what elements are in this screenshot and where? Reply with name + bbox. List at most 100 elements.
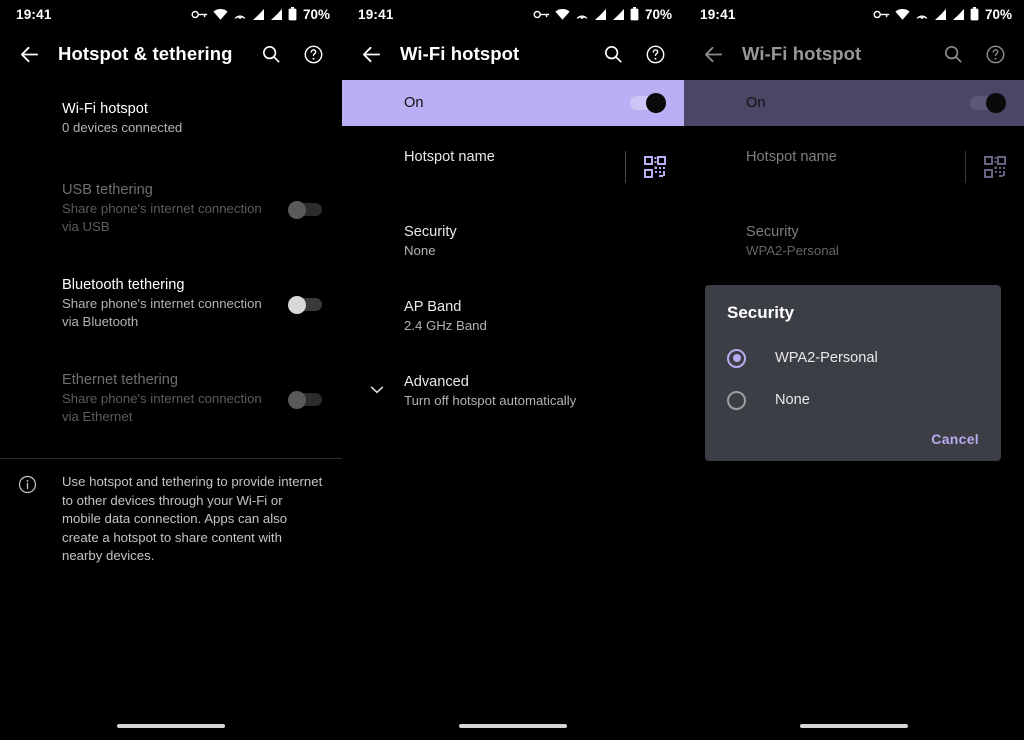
nav-gesture-pill[interactable] bbox=[800, 724, 908, 728]
footer-info: Use hotspot and tethering to provide int… bbox=[0, 459, 342, 566]
battery-percent: 70% bbox=[302, 6, 330, 22]
row-title: Security bbox=[746, 224, 799, 240]
hotspot-master-toggle-row[interactable]: On bbox=[684, 80, 1024, 126]
footer-info-text: Use hotspot and tethering to provide int… bbox=[62, 474, 323, 563]
hotspot-icon bbox=[576, 14, 588, 19]
search-icon[interactable] bbox=[598, 39, 628, 69]
battery-percent: 70% bbox=[644, 6, 672, 22]
qr-code-icon bbox=[984, 155, 1006, 178]
panel-wifi-hotspot: 19:41 70% Wi-Fi hotspot On Hotspot name … bbox=[342, 0, 684, 740]
toggle-thumb bbox=[288, 390, 306, 409]
row-title: Bluetooth tethering bbox=[62, 277, 185, 293]
row-subtitle: Turn off hotspot automatically bbox=[404, 393, 577, 408]
info-icon bbox=[18, 473, 48, 566]
signal-2-icon bbox=[952, 8, 964, 20]
search-icon[interactable] bbox=[938, 39, 968, 69]
row-title: Advanced bbox=[404, 374, 469, 390]
arrow-back-icon[interactable] bbox=[698, 39, 728, 69]
status-icons: 70% bbox=[533, 7, 672, 22]
row-title: Wi-Fi hotspot bbox=[62, 101, 148, 117]
status-icons: 70% bbox=[873, 7, 1012, 22]
list-item-advanced[interactable]: Advanced Turn off hotspot automatically bbox=[342, 363, 684, 420]
battery-icon bbox=[288, 7, 297, 21]
battery-icon bbox=[630, 7, 639, 21]
radio-option-wpa2-personal[interactable]: WPA2-Personal bbox=[705, 337, 1001, 379]
security-dialog: Security WPA2-Personal None Cancel bbox=[705, 285, 1001, 461]
cancel-button[interactable]: Cancel bbox=[931, 431, 979, 447]
list-item-security[interactable]: Security None bbox=[342, 213, 684, 270]
wifi-icon bbox=[895, 8, 910, 20]
page-title: Hotspot & tethering bbox=[58, 43, 233, 64]
app-bar: Wi-Fi hotspot bbox=[342, 28, 684, 80]
vpn-key-icon bbox=[533, 10, 550, 18]
signal-1-icon bbox=[934, 8, 946, 20]
help-icon[interactable] bbox=[298, 39, 328, 69]
vpn-key-icon bbox=[191, 10, 208, 18]
hotspot-icon bbox=[234, 14, 246, 19]
status-time: 19:41 bbox=[700, 6, 736, 22]
list-item-security[interactable]: Security WPA2-Personal bbox=[684, 213, 1024, 270]
toggle-thumb bbox=[646, 93, 666, 113]
master-toggle-label: On bbox=[404, 95, 424, 111]
divider bbox=[965, 150, 966, 183]
list-item-hotspot-name[interactable]: Hotspot name bbox=[342, 138, 684, 195]
qr-code-button[interactable] bbox=[965, 150, 1006, 183]
row-subtitle: Share phone's internet connection via Et… bbox=[62, 391, 262, 424]
toggle-thumb bbox=[288, 295, 306, 314]
row-title: Hotspot name bbox=[404, 149, 495, 165]
chevron-down-icon bbox=[368, 380, 386, 403]
list-item-ap-band[interactable]: AP Band 2.4 GHz Band bbox=[342, 288, 684, 345]
radio-label: None bbox=[775, 392, 810, 408]
list-item-ethernet-tethering[interactable]: Ethernet tethering Share phone's interne… bbox=[0, 361, 342, 436]
arrow-back-icon[interactable] bbox=[356, 39, 386, 69]
divider bbox=[625, 150, 626, 183]
nav-gesture-pill[interactable] bbox=[459, 724, 567, 728]
row-subtitle bbox=[404, 167, 604, 185]
list-item-bluetooth-tethering[interactable]: Bluetooth tethering Share phone's intern… bbox=[0, 266, 342, 341]
radio-button[interactable] bbox=[727, 348, 746, 368]
row-subtitle: 0 devices connected bbox=[62, 120, 183, 135]
hotspot-master-toggle[interactable] bbox=[970, 93, 1006, 113]
status-bar: 19:41 70% bbox=[684, 0, 1024, 28]
app-bar: Wi-Fi hotspot bbox=[684, 28, 1024, 80]
row-subtitle: Share phone's internet connection via US… bbox=[62, 201, 262, 234]
arrow-back-icon[interactable] bbox=[14, 39, 44, 69]
battery-icon bbox=[970, 7, 979, 21]
ethernet-tethering-toggle[interactable] bbox=[288, 390, 322, 409]
wifi-icon bbox=[555, 8, 570, 20]
page-title: Wi-Fi hotspot bbox=[742, 43, 862, 64]
bluetooth-tethering-toggle[interactable] bbox=[288, 295, 322, 314]
dialog-title: Security bbox=[727, 303, 795, 322]
master-toggle-label: On bbox=[746, 95, 766, 111]
radio-label: WPA2-Personal bbox=[775, 350, 878, 366]
signal-1-icon bbox=[594, 8, 606, 20]
search-icon[interactable] bbox=[256, 39, 286, 69]
list-item-wifi-hotspot[interactable]: Wi-Fi hotspot 0 devices connected bbox=[0, 90, 342, 147]
hotspot-master-toggle-row[interactable]: On bbox=[342, 80, 684, 126]
toggle-thumb bbox=[288, 200, 306, 219]
page-title: Wi-Fi hotspot bbox=[400, 43, 520, 64]
status-time: 19:41 bbox=[358, 6, 394, 22]
dialog-actions: Cancel bbox=[705, 421, 1001, 453]
list-item-usb-tethering[interactable]: USB tethering Share phone's internet con… bbox=[0, 171, 342, 246]
signal-2-icon bbox=[270, 8, 282, 20]
hotspot-icon bbox=[916, 14, 928, 19]
panel-wifi-hotspot-security-dialog: 19:41 70% Wi-Fi hotspot On Hotspot name … bbox=[684, 0, 1024, 740]
row-title: Ethernet tethering bbox=[62, 372, 179, 388]
row-title: USB tethering bbox=[62, 182, 153, 198]
qr-code-button[interactable] bbox=[625, 150, 666, 183]
radio-option-none[interactable]: None bbox=[705, 379, 1001, 421]
row-subtitle: None bbox=[404, 243, 436, 258]
battery-percent: 70% bbox=[984, 6, 1012, 22]
row-title: AP Band bbox=[404, 299, 462, 315]
list-item-hotspot-name[interactable]: Hotspot name bbox=[684, 138, 1024, 195]
radio-button[interactable] bbox=[727, 390, 746, 410]
row-subtitle: WPA2-Personal bbox=[746, 243, 839, 258]
help-icon[interactable] bbox=[640, 39, 670, 69]
usb-tethering-toggle[interactable] bbox=[288, 200, 322, 219]
help-icon[interactable] bbox=[980, 39, 1010, 69]
nav-gesture-pill[interactable] bbox=[117, 724, 225, 728]
row-title: Security bbox=[404, 224, 457, 240]
hotspot-master-toggle[interactable] bbox=[630, 93, 666, 113]
status-icons: 70% bbox=[191, 7, 330, 22]
